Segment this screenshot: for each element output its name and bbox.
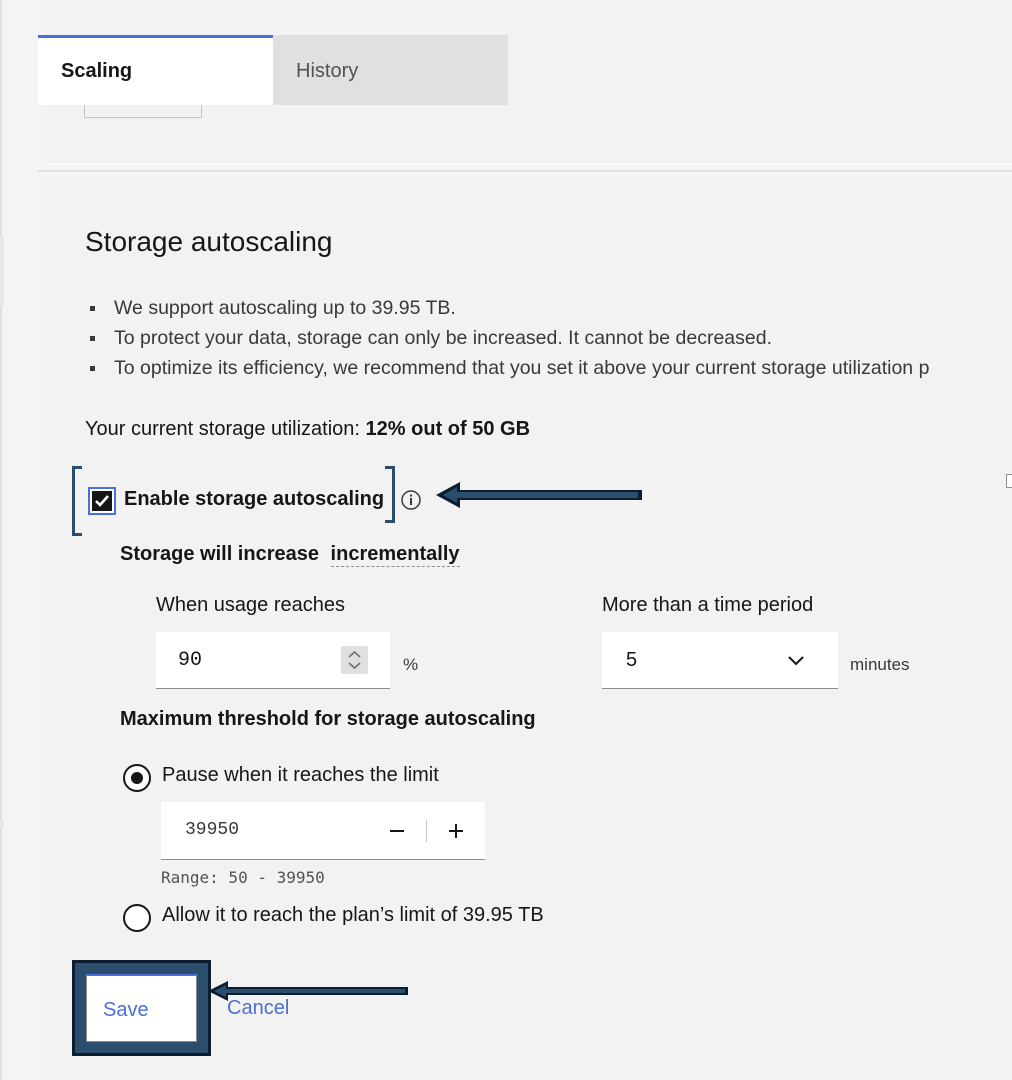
increase-mode-value[interactable]: incrementally <box>330 543 460 567</box>
tab-bar: Scaling History <box>38 35 508 105</box>
info-list-item: We support autoscaling up to 39.95 TB. <box>90 293 1012 323</box>
allow-plan-limit-label[interactable]: Allow it to reach the plan’s limit of 39… <box>162 904 544 927</box>
save-button[interactable]: Save <box>86 974 197 1042</box>
info-list: We support autoscaling up to 39.95 TB. T… <box>90 293 1012 383</box>
tab-scaling[interactable]: Scaling <box>38 35 273 105</box>
enable-autoscaling-checkbox[interactable] <box>88 487 116 515</box>
chevron-down-icon[interactable] <box>786 652 806 668</box>
annotation-bracket-right <box>385 466 395 523</box>
partial-control <box>1006 474 1012 488</box>
time-period-unit: minutes <box>850 655 910 674</box>
divider <box>38 170 1012 172</box>
minus-icon <box>390 830 404 832</box>
usage-threshold-value: 90 <box>178 648 203 672</box>
limit-range-helper: Range: 50 - 39950 <box>161 868 325 887</box>
annotation-arrow-icon <box>436 482 642 508</box>
tab-history[interactable]: History <box>273 35 508 105</box>
limit-value: 39950 <box>185 820 240 840</box>
pause-at-limit-radio[interactable] <box>123 764 151 792</box>
increment-button[interactable] <box>441 816 471 846</box>
pause-at-limit-label[interactable]: Pause when it reaches the limit <box>162 764 439 787</box>
spinner-icon[interactable] <box>341 646 368 674</box>
storage-utilization: Your current storage utilization: 12% ou… <box>85 418 530 441</box>
left-edge-mark <box>0 820 4 828</box>
utilization-value: 12% out of 50 GB <box>365 418 531 440</box>
limit-stepper[interactable]: 39950 <box>161 802 485 860</box>
info-icon[interactable] <box>400 489 422 511</box>
info-list-item: To protect your data, storage can only b… <box>90 323 1012 353</box>
increase-label: Storage will increase <box>120 543 319 565</box>
enable-autoscaling-label[interactable]: Enable storage autoscaling <box>124 488 384 511</box>
left-rail <box>0 0 2 1080</box>
plus-icon <box>449 824 463 838</box>
partial-button <box>84 104 202 118</box>
left-edge-mark <box>0 236 4 306</box>
usage-unit: % <box>403 655 419 674</box>
allow-plan-limit-radio[interactable] <box>123 904 151 932</box>
check-icon <box>92 491 112 511</box>
save-button-label: Save <box>103 999 149 1021</box>
annotation-bracket-left <box>72 466 82 536</box>
max-threshold-title: Maximum threshold for storage autoscalin… <box>120 708 536 730</box>
usage-threshold-label: When usage reaches <box>156 594 346 616</box>
time-period-label: More than a time period <box>602 594 814 616</box>
annotation-arrow-icon <box>208 981 408 1001</box>
time-period-value: 5 <box>626 648 638 671</box>
utilization-label: Your current storage utilization: <box>85 418 360 440</box>
decrement-button[interactable] <box>382 816 412 846</box>
stepper-divider <box>426 820 427 842</box>
tab-label: Scaling <box>61 60 133 82</box>
tab-label: History <box>296 60 359 82</box>
increase-mode: Storage will increase incrementally <box>120 543 460 567</box>
section-title: Storage autoscaling <box>85 226 333 257</box>
info-list-item: To optimize its efficiency, we recommend… <box>90 353 1012 383</box>
